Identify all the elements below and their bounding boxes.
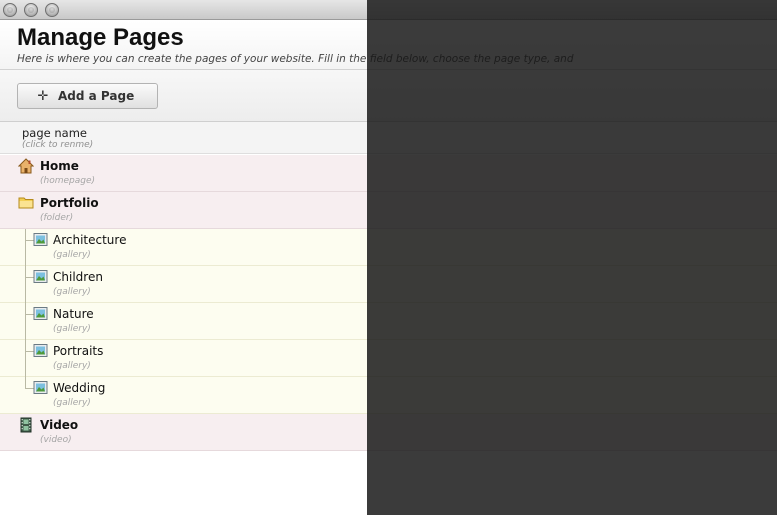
tree-line (25, 266, 26, 303)
page-name[interactable]: Home (40, 159, 79, 173)
page-type: (homepage) (40, 176, 96, 186)
close-window-button[interactable] (3, 3, 17, 17)
gallery-icon (33, 344, 48, 357)
page-type: (folder) (40, 213, 74, 223)
page-name[interactable]: Architecture (53, 233, 126, 247)
tree-line (25, 340, 26, 377)
tree-line (25, 303, 26, 340)
page-name[interactable]: Wedding (53, 381, 105, 395)
page-type: (video) (40, 435, 72, 445)
page-type: (gallery) (53, 250, 91, 260)
page-name[interactable]: Portfolio (40, 196, 99, 210)
minimize-window-button[interactable] (24, 3, 38, 17)
home-icon (18, 158, 34, 174)
page-name[interactable]: Video (40, 418, 78, 432)
column-hint: (click to renme) (22, 140, 94, 150)
page-title: Manage Pages (17, 24, 184, 51)
gallery-icon (33, 233, 48, 246)
tree-line (25, 229, 26, 266)
page-type: (gallery) (53, 287, 91, 297)
gallery-icon (33, 381, 48, 394)
add-page-label: Add a Page (58, 89, 135, 103)
page-type: (gallery) (53, 324, 91, 334)
column-title: page name (22, 126, 87, 140)
folder-icon (18, 197, 34, 209)
page-name[interactable]: Children (53, 270, 103, 284)
zoom-window-button[interactable] (45, 3, 59, 17)
video-icon (20, 417, 32, 433)
gallery-icon (33, 307, 48, 320)
page-name[interactable]: Nature (53, 307, 94, 321)
page-name[interactable]: Portraits (53, 344, 103, 358)
page-type: (gallery) (53, 398, 91, 408)
plus-icon: ✛ (37, 88, 49, 104)
dark-overlay[interactable] (367, 0, 777, 515)
page-type: (gallery) (53, 361, 91, 371)
gallery-icon (33, 270, 48, 283)
add-page-button[interactable]: ✛ Add a Page (17, 83, 158, 109)
